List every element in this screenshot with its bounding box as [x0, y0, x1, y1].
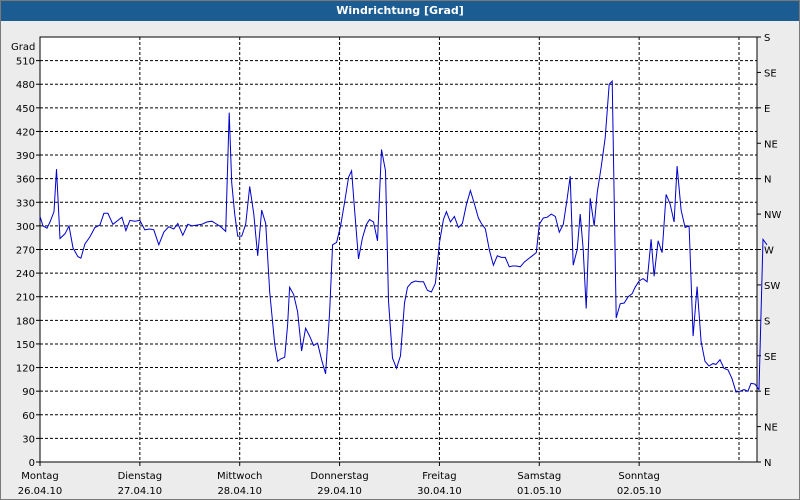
- y-tick-label: 60: [22, 411, 35, 422]
- right-tick-label: SE: [764, 352, 777, 363]
- x-tick-day: Montag: [21, 471, 58, 482]
- right-tick-label: NE: [764, 139, 778, 150]
- right-tick-label: NE: [764, 423, 778, 434]
- x-tick-day: Sonntag: [618, 471, 660, 482]
- right-tick-label: E: [764, 387, 770, 398]
- right-tick-label: SE: [764, 68, 777, 79]
- x-tick-day: Samstag: [517, 471, 561, 482]
- x-tick-date: 27.04.10: [118, 486, 163, 497]
- y-tick-label: 510: [16, 57, 35, 68]
- right-tick-label: N: [764, 458, 771, 469]
- y-tick-label: 180: [16, 316, 35, 327]
- right-tick-label: S: [764, 33, 770, 44]
- right-tick-label: S: [764, 316, 770, 327]
- y-axis-label: Grad: [11, 42, 35, 53]
- y-tick-label: 330: [16, 198, 35, 209]
- y-tick-label: 360: [16, 175, 35, 186]
- y-tick-label: 390: [16, 151, 35, 162]
- y-tick-label: 420: [16, 127, 35, 138]
- y-tick-label: 450: [16, 104, 35, 115]
- y-tick-label: 240: [16, 269, 35, 280]
- y-tick-label: 30: [22, 434, 35, 445]
- x-tick-day: Donnerstag: [310, 471, 368, 482]
- y-tick-label: 480: [16, 80, 35, 91]
- right-tick-label: SW: [764, 281, 780, 292]
- right-axis-ticks: N NE E SE S SW W NW N NE E SE S: [757, 33, 781, 469]
- y-tick-label: 120: [16, 364, 35, 375]
- x-tick-date: 01.05.10: [517, 486, 562, 497]
- x-tick-date: 29.04.10: [317, 486, 362, 497]
- x-tick-date: 26.04.10: [18, 486, 63, 497]
- y-tick-label: 300: [16, 222, 35, 233]
- right-tick-label: N: [764, 175, 771, 186]
- y-tick-label: 270: [16, 246, 35, 257]
- x-tick-day: Dienstag: [118, 471, 163, 482]
- x-tick-date: 02.05.10: [617, 486, 662, 497]
- x-tick-day: Freitag: [422, 471, 456, 482]
- y-tick-label: 0: [29, 458, 35, 469]
- y-tick-label: 90: [22, 387, 35, 398]
- x-tick-date: 28.04.10: [217, 486, 262, 497]
- x-tick-date: 30.04.10: [417, 486, 462, 497]
- right-tick-label: W: [764, 246, 774, 257]
- x-tick-day: Mittwoch: [217, 471, 262, 482]
- x-axis-ticks: Montag 26.04.10 Dienstag 27.04.10 Mittwoch 28…: [18, 462, 662, 497]
- right-tick-label: NW: [764, 210, 781, 221]
- y-tick-label: 210: [16, 293, 35, 304]
- chart-svg: 0 30 60 90 120 150 180 210 240 270 300 330 360 390 420…: [11, 33, 781, 497]
- right-tick-label: E: [764, 104, 770, 115]
- y-tick-label: 150: [16, 340, 35, 351]
- left-axis-ticks: 0 30 60 90 120 150 180 210 240 270 300 330 360 390 420…: [16, 57, 40, 469]
